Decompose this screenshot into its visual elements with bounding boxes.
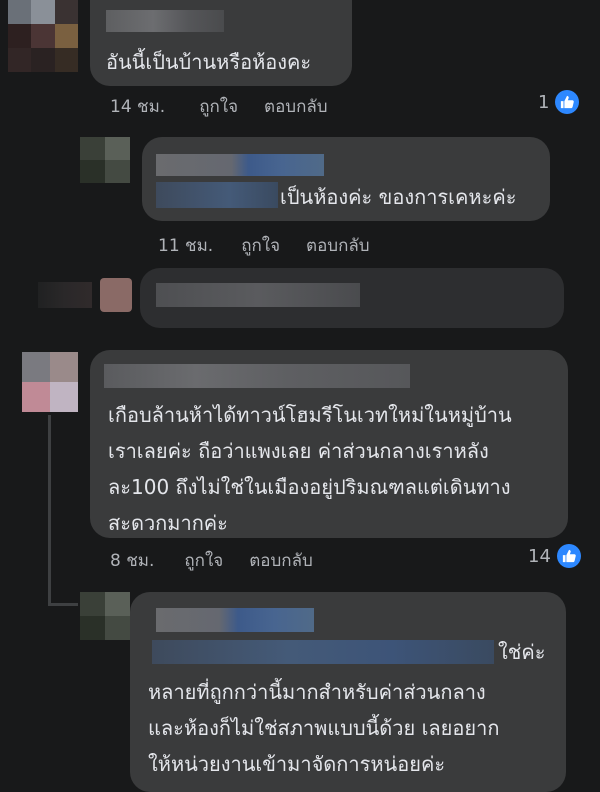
like-button[interactable]: ถูกใจ bbox=[199, 93, 238, 120]
timestamp: 8 ชม. bbox=[110, 551, 155, 571]
comment-text: เป็นห้องค่ะ ของการเคหะค่ะ bbox=[280, 185, 517, 209]
comment-actions: 14 ชม. ถูกใจ ตอบกลับ bbox=[110, 93, 328, 120]
like-icon bbox=[556, 544, 581, 568]
blurred-author-name[interactable] bbox=[156, 608, 314, 632]
avatar[interactable] bbox=[22, 352, 78, 412]
avatar[interactable] bbox=[80, 592, 130, 640]
blurred-comment-bubble bbox=[140, 268, 564, 328]
blurred-author-name[interactable] bbox=[156, 283, 360, 307]
avatar[interactable] bbox=[8, 0, 78, 72]
comment-text-line: และห้องก็ไม่ใช่สภาพแบบนี้ด้วย เลยอยาก bbox=[148, 716, 500, 740]
like-button[interactable]: ถูกใจ bbox=[184, 547, 223, 574]
timestamp: 11 ชม. bbox=[158, 236, 214, 256]
blurred-mention[interactable] bbox=[156, 182, 278, 208]
comment-text: อันนี้เป็นบ้านหรือห้องคะ bbox=[106, 50, 312, 74]
timestamp: 14 ชม. bbox=[110, 97, 166, 117]
reply-button[interactable]: ตอบกลับ bbox=[306, 232, 370, 259]
comment-text-line: ใช่ค่ะ bbox=[498, 640, 546, 664]
thread-branch bbox=[48, 603, 78, 606]
like-icon bbox=[555, 90, 580, 114]
blurred-author-name[interactable] bbox=[156, 154, 324, 176]
comment-bubble: เป็นห้องค่ะ ของการเคหะค่ะ bbox=[142, 137, 550, 221]
comment-bubble: อันนี้เป็นบ้านหรือห้องคะ bbox=[90, 0, 352, 86]
comment-text-line: ให้หน่วยงานเข้ามาจัดการหน่อยค่ะ bbox=[148, 752, 446, 776]
reaction-number: 1 bbox=[538, 91, 550, 113]
like-button[interactable]: ถูกใจ bbox=[241, 232, 280, 259]
blurred-author-name[interactable] bbox=[104, 364, 410, 388]
comment-text-line: ละ100 ถึงไม่ใช่ในเมืองอยู่ปริมณฑลแต่เดิน… bbox=[108, 475, 511, 499]
avatar[interactable] bbox=[80, 137, 130, 183]
reaction-number: 14 bbox=[528, 545, 551, 567]
reply-button[interactable]: ตอบกลับ bbox=[264, 93, 328, 120]
comment-bubble: เกือบล้านห้าได้ทาวน์โฮมรีโนเวทใหม่ในหมู่… bbox=[90, 350, 568, 538]
comment-text-line: เกือบล้านห้าได้ทาวน์โฮมรีโนเวทใหม่ในหมู่… bbox=[108, 403, 512, 427]
comment-actions: 11 ชม. ถูกใจ ตอบกลับ bbox=[158, 232, 370, 259]
comment-text-line: สะดวกมากค่ะ bbox=[108, 511, 228, 535]
comment-text-line: เราเลยค่ะ ถือว่าแพงเลย ค่าส่วนกลางเราหลั… bbox=[108, 439, 489, 463]
comment-bubble: ใช่ค่ะ หลายที่ถูกกว่านี้มากสำหรับค่าส่วน… bbox=[130, 592, 566, 792]
reply-button[interactable]: ตอบกลับ bbox=[249, 547, 313, 574]
blurred-author-name[interactable] bbox=[106, 10, 224, 32]
blurred-mention[interactable] bbox=[152, 640, 494, 664]
thread-line bbox=[48, 415, 51, 605]
reaction-count[interactable]: 14 bbox=[528, 544, 581, 568]
comment-text-line: หลายที่ถูกกว่านี้มากสำหรับค่าส่วนกลาง bbox=[148, 680, 486, 704]
avatar[interactable] bbox=[100, 278, 132, 312]
reaction-count[interactable]: 1 bbox=[538, 90, 580, 114]
comment-actions: 8 ชม. ถูกใจ ตอบกลับ bbox=[110, 547, 313, 574]
blurred-reply-preview[interactable] bbox=[38, 282, 92, 308]
